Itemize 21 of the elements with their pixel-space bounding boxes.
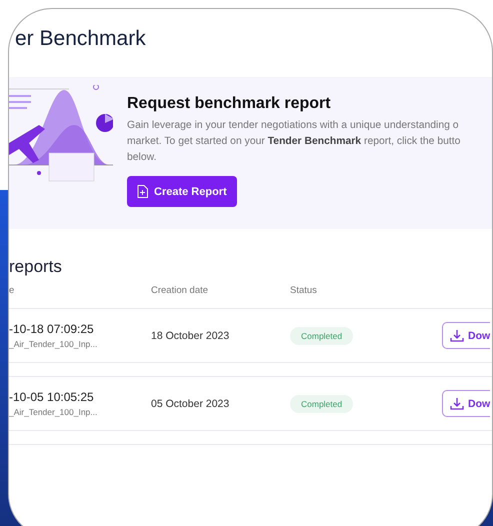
report-name: -10-05 10:05:25	[9, 390, 95, 404]
file-name: _Air_Tender_100_Inp...	[9, 407, 98, 417]
page-title: er Benchmark	[15, 26, 147, 52]
table-cell-text: 18 October 2023	[151, 330, 230, 342]
column-header: Creation date	[151, 285, 210, 296]
status-badge: Completed	[290, 394, 354, 412]
download-icon	[450, 329, 464, 342]
banner-heading: Request benchmark report	[127, 95, 332, 113]
section-title: reports	[9, 257, 63, 277]
file-plus-icon	[137, 185, 148, 198]
download-button[interactable]: Dow	[442, 390, 490, 417]
banner-description: Gain leverage in your tender negotiations with a unique understanding o market. To get started on your Tender Benchmark report, click the butto below.	[127, 119, 460, 165]
download-icon	[450, 397, 464, 410]
report-name: -10-18 07:09:25	[9, 322, 95, 336]
file-name: _Air_Tender_100_Inp...	[9, 339, 98, 349]
table-cell-text: 05 October 2023	[151, 398, 230, 410]
status-badge: Completed	[290, 326, 354, 344]
create-report-button[interactable]: Create Report	[127, 176, 237, 207]
column-header: e	[9, 285, 16, 296]
column-header: Status	[290, 285, 318, 296]
download-button[interactable]: Dow	[442, 322, 490, 349]
